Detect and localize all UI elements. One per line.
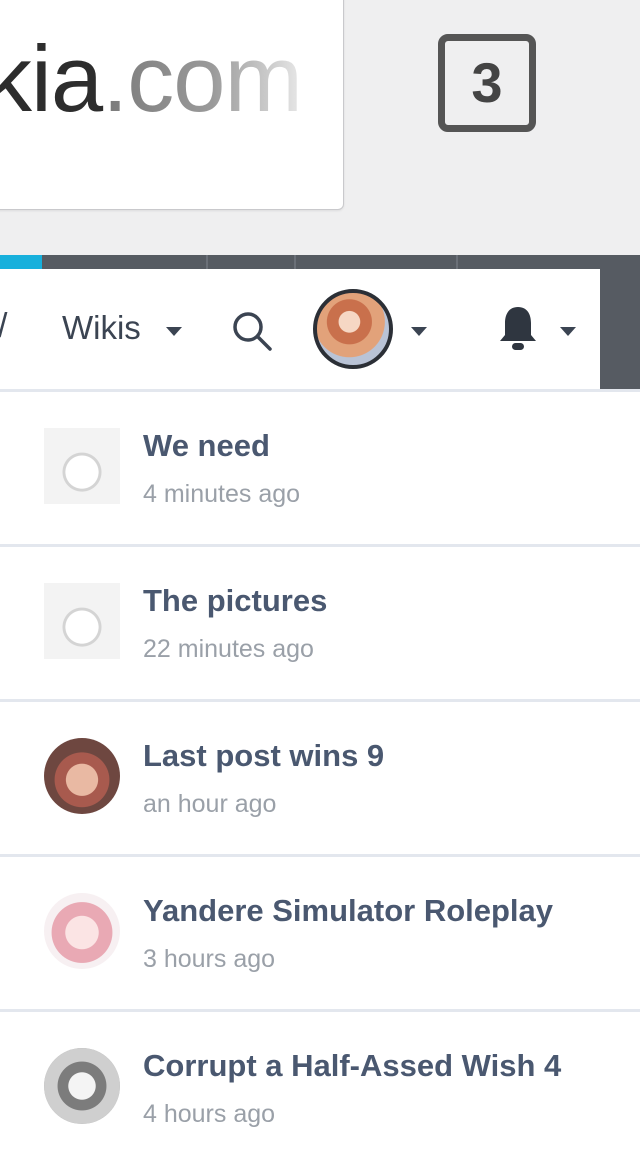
timestamp: an hour ago	[143, 790, 277, 818]
url-text: kia.com	[0, 19, 303, 139]
thread-title[interactable]: We need	[143, 428, 270, 464]
topbar-divider	[206, 255, 208, 269]
list-item[interactable]: The pictures 22 minutes ago	[0, 547, 640, 702]
list-item[interactable]: Corrupt a Half-Assed Wish 4 4 hours ago	[0, 1012, 640, 1164]
url-domain: kia	[0, 26, 103, 131]
manga-avatar	[44, 1048, 120, 1124]
thread-title[interactable]: Last post wins 9	[143, 738, 384, 774]
url-tld: .com	[102, 26, 303, 131]
url-field[interactable]: kia.com	[0, 0, 344, 210]
topbar-accent	[0, 255, 42, 269]
timestamp: 3 hours ago	[143, 945, 276, 973]
activity-feed: We need 4 minutes ago The pictures 22 mi…	[0, 392, 640, 1164]
chevron-down-icon[interactable]	[411, 327, 427, 336]
sketch-avatar	[44, 428, 120, 504]
chevron-down-icon[interactable]	[560, 327, 576, 336]
timestamp: 22 minutes ago	[143, 635, 314, 663]
sketch-avatar	[44, 583, 120, 659]
list-item[interactable]: Yandere Simulator Roleplay 3 hours ago	[0, 857, 640, 1012]
thread-title[interactable]: Yandere Simulator Roleplay	[143, 893, 553, 929]
chevron-down-icon[interactable]	[166, 327, 182, 336]
list-item[interactable]: Last post wins 9 an hour ago	[0, 702, 640, 857]
topbar-divider	[294, 255, 296, 269]
tabs-button[interactable]: 3	[438, 34, 536, 132]
nav-edge-block	[600, 269, 640, 389]
wiki-global-bar	[0, 255, 640, 269]
topbar-divider	[456, 255, 458, 269]
photo-avatar	[44, 738, 120, 814]
nav-partial-item[interactable]: /	[0, 307, 7, 346]
bell-icon[interactable]	[496, 303, 540, 355]
wiki-navigation: / Wikis	[0, 269, 640, 392]
thread-title[interactable]: Corrupt a Half-Assed Wish 4	[143, 1048, 561, 1084]
thread-title[interactable]: The pictures	[143, 583, 327, 619]
browser-toolbar: kia.com 3	[0, 0, 640, 255]
anime-avatar	[44, 893, 120, 969]
wikis-menu[interactable]: Wikis	[62, 309, 141, 347]
timestamp: 4 hours ago	[143, 1100, 276, 1128]
user-avatar[interactable]	[313, 289, 393, 369]
timestamp: 4 minutes ago	[143, 480, 301, 508]
search-icon[interactable]	[230, 309, 274, 353]
list-item[interactable]: We need 4 minutes ago	[0, 392, 640, 547]
